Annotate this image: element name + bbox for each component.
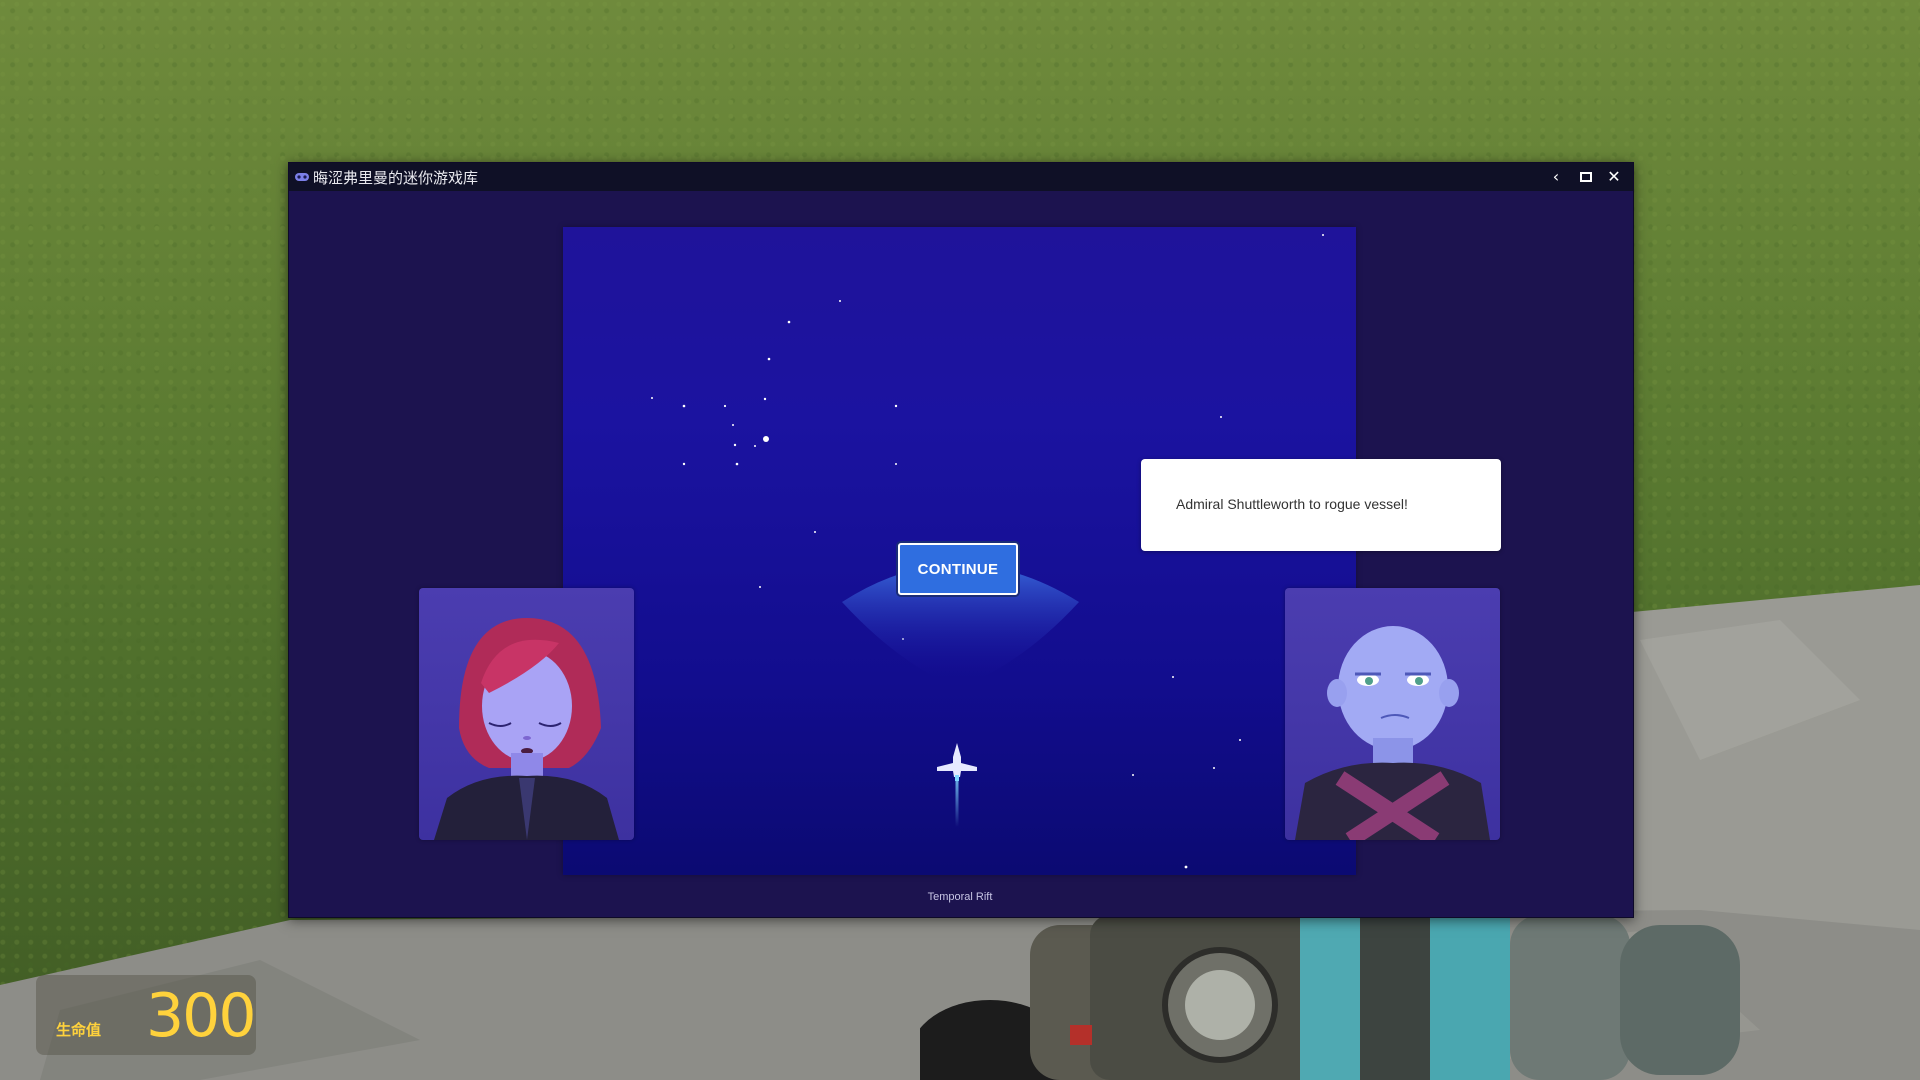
star bbox=[787, 320, 791, 324]
star bbox=[763, 397, 767, 401]
star bbox=[1184, 865, 1188, 869]
chevron-left-icon: ‹ bbox=[1552, 167, 1560, 186]
star bbox=[682, 404, 686, 408]
game-title-label: Temporal Rift bbox=[927, 891, 993, 903]
star bbox=[763, 436, 769, 442]
gamepad-icon bbox=[295, 170, 309, 184]
star bbox=[682, 462, 686, 466]
continue-button[interactable]: CONTINUE bbox=[898, 543, 1018, 595]
gravity-gun-weapon bbox=[920, 905, 1740, 1080]
back-button[interactable]: ‹ bbox=[1545, 167, 1567, 187]
right-character-portrait bbox=[1285, 588, 1500, 840]
star bbox=[1220, 416, 1222, 418]
star bbox=[1322, 234, 1324, 236]
star bbox=[735, 462, 739, 466]
star bbox=[814, 531, 816, 533]
window-title: 晦涩弗里曼的迷你游戏库 bbox=[313, 168, 479, 187]
star bbox=[754, 445, 756, 447]
star bbox=[895, 463, 897, 465]
health-label: 生命值 bbox=[56, 1021, 102, 1039]
star bbox=[1132, 774, 1134, 776]
left-character-portrait bbox=[419, 588, 634, 840]
star bbox=[732, 424, 734, 426]
window-titlebar: 晦涩弗里曼的迷你游戏库 ‹ ✕ bbox=[289, 163, 1633, 191]
star bbox=[1172, 676, 1174, 678]
star bbox=[759, 586, 761, 588]
close-icon: ✕ bbox=[1607, 167, 1621, 186]
star bbox=[723, 404, 727, 408]
star bbox=[839, 300, 841, 302]
starfighter-icon bbox=[937, 743, 977, 827]
health-hud: 生命值 300 bbox=[36, 975, 257, 1055]
close-button[interactable]: ✕ bbox=[1603, 167, 1625, 187]
star bbox=[733, 443, 737, 447]
dialog-box: Admiral Shuttleworth to rogue vessel! bbox=[1141, 459, 1501, 551]
star bbox=[894, 404, 898, 408]
star bbox=[767, 357, 771, 361]
window-maximize-icon bbox=[1580, 172, 1592, 182]
star bbox=[651, 397, 653, 399]
maximize-button[interactable] bbox=[1575, 167, 1597, 187]
dialog-text: Admiral Shuttleworth to rogue vessel! bbox=[1176, 496, 1408, 512]
health-value: 300 bbox=[146, 981, 257, 1051]
star bbox=[1239, 739, 1241, 741]
star bbox=[1213, 767, 1215, 769]
